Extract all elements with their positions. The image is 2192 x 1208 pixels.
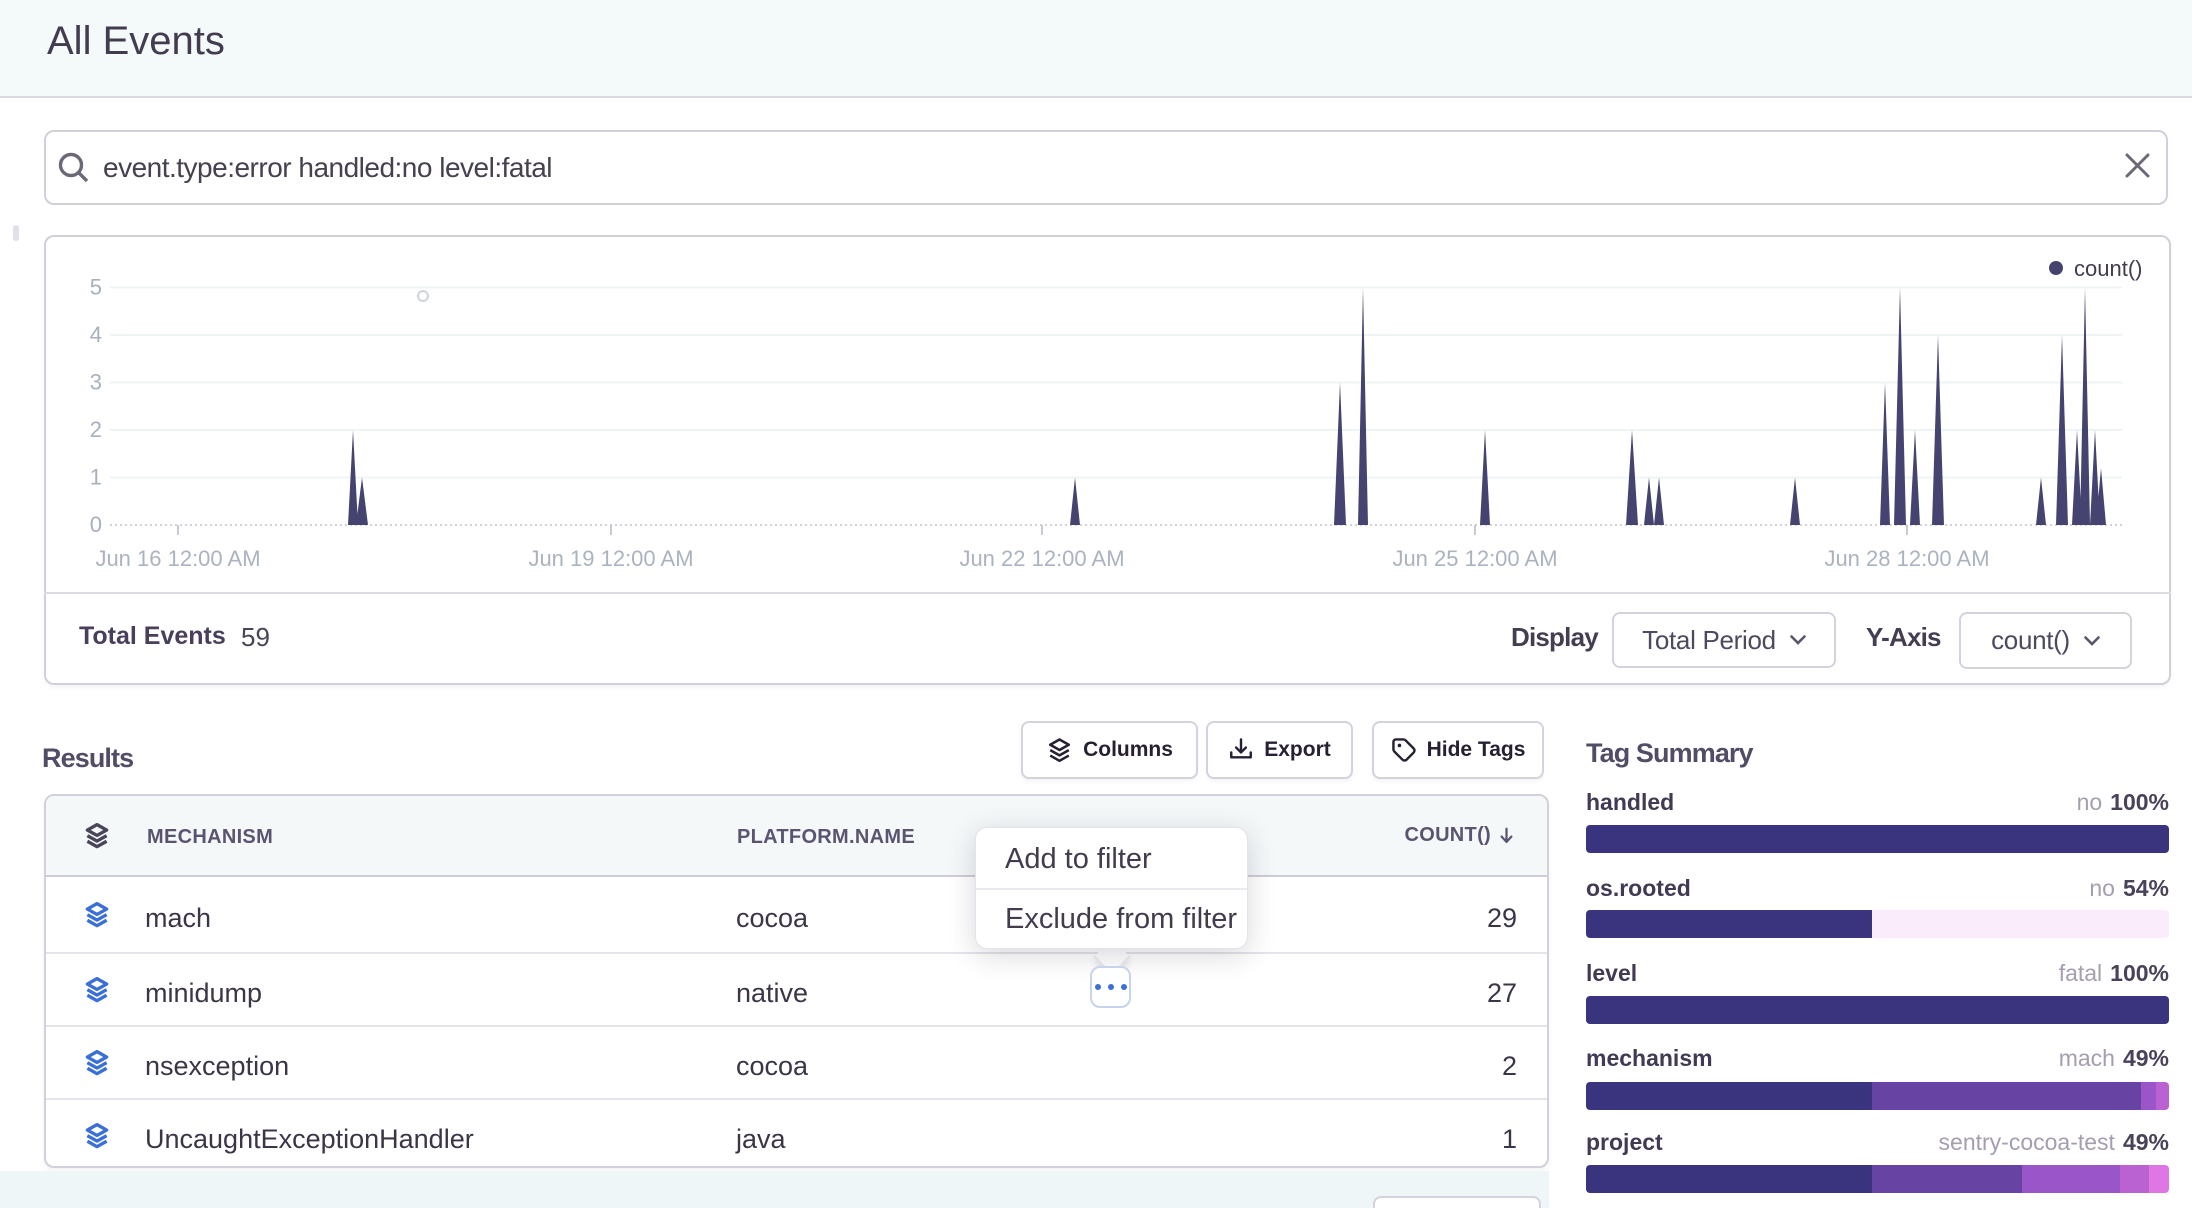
svg-text:Jun 25 12:00 AM: Jun 25 12:00 AM: [1392, 546, 1557, 571]
svg-text:0: 0: [90, 512, 102, 537]
svg-text:1: 1: [90, 465, 102, 490]
svg-text:4: 4: [90, 322, 102, 347]
svg-text:5: 5: [90, 275, 102, 300]
svg-text:Jun 19 12:00 AM: Jun 19 12:00 AM: [528, 546, 693, 571]
svg-text:3: 3: [90, 370, 102, 395]
svg-text:Jun 16 12:00 AM: Jun 16 12:00 AM: [95, 546, 260, 571]
svg-text:Jun 22 12:00 AM: Jun 22 12:00 AM: [959, 546, 1124, 571]
svg-text:2: 2: [90, 417, 102, 442]
